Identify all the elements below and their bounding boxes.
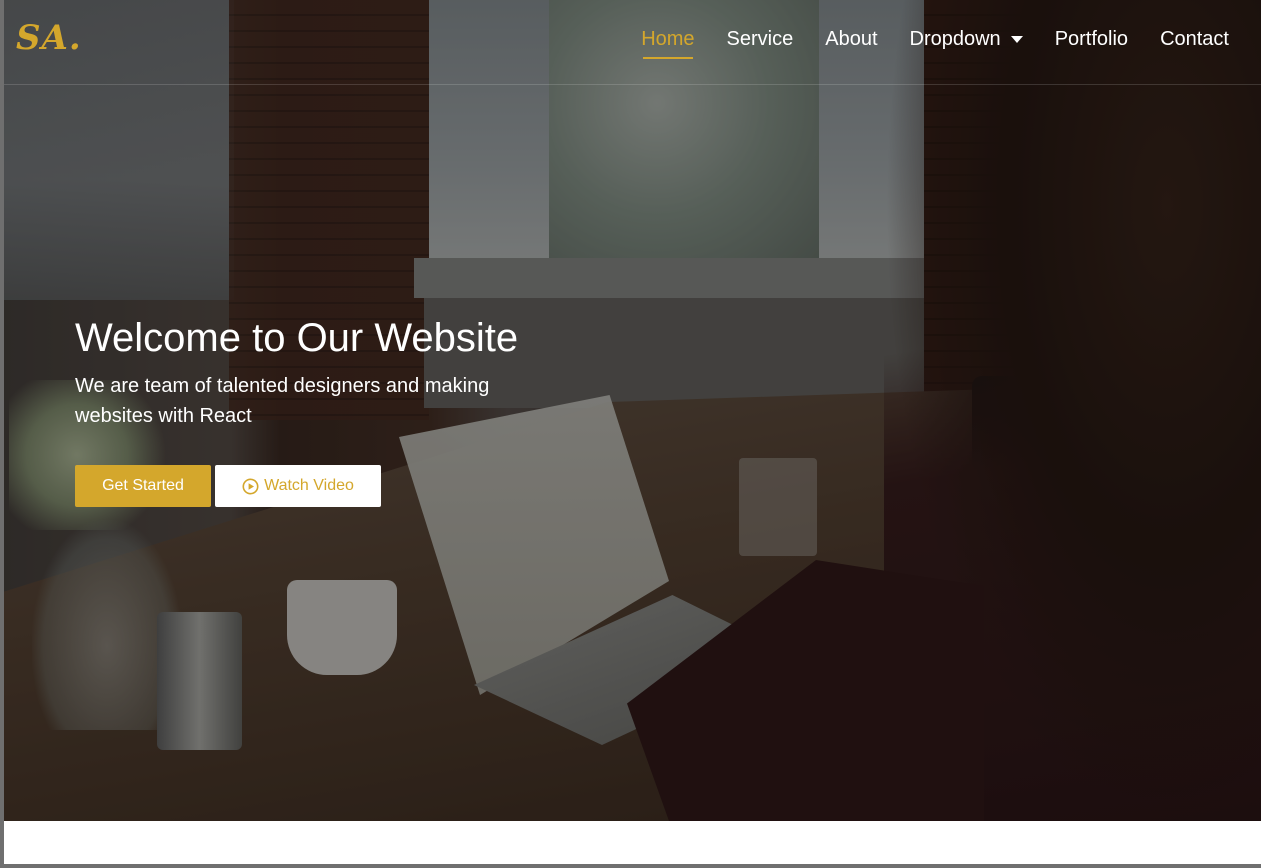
caret-down-icon [1010,36,1023,43]
get-started-button[interactable]: Get Started [75,465,211,507]
play-circle-icon [242,478,259,495]
watch-video-button[interactable]: Watch Video [215,465,381,507]
nav-portfolio[interactable]: Portfolio [1055,28,1128,51]
browser-viewport: SA. Home Service About Dropdown Portfoli… [4,0,1261,864]
hero-content: Welcome to Our Website We are team of ta… [75,313,595,507]
hero-subtitle: We are team of talented designers and ma… [75,375,490,427]
hero-buttons: Get Started Watch Video [75,465,595,507]
nav-about[interactable]: About [825,28,877,51]
hero-title: Welcome to Our Website [75,316,519,360]
site-logo[interactable]: SA. [16,18,82,58]
nav-service[interactable]: Service [727,28,794,51]
nav-home[interactable]: Home [641,28,695,59]
nav-contact[interactable]: Contact [1160,28,1229,51]
watch-video-label: Watch Video [264,477,354,494]
site-header: SA. Home Service About Dropdown Portfoli… [4,0,1261,85]
hero-section: SA. Home Service About Dropdown Portfoli… [4,0,1261,821]
nav-dropdown[interactable]: Dropdown [910,28,1023,51]
main-nav: Home Service About Dropdown Portfolio Co… [641,28,1229,59]
nav-dropdown-label: Dropdown [909,28,1001,50]
